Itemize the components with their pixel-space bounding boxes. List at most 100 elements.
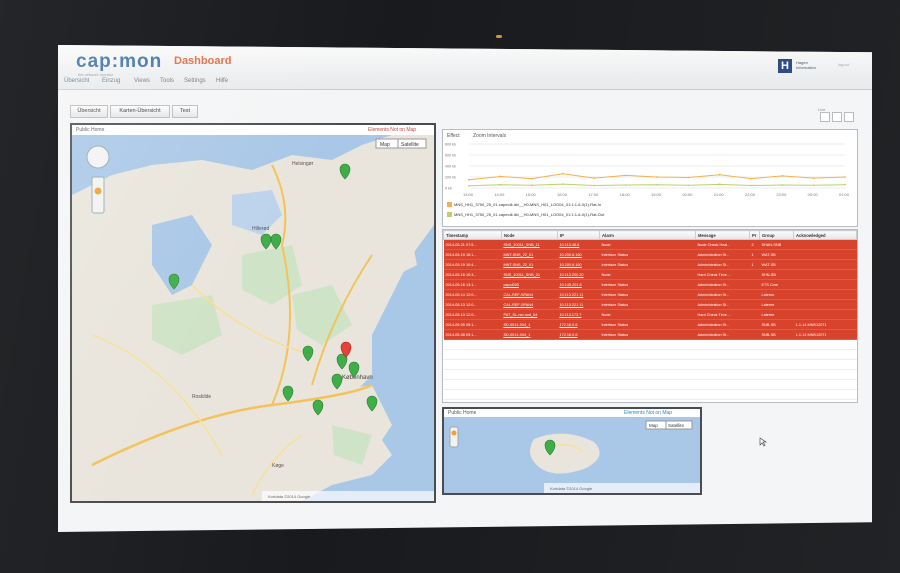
empty-cell [557, 349, 600, 360]
series-point-0[interactable] [468, 178, 470, 181]
table-cell[interactable]: 10.113.221.11 [557, 289, 600, 300]
series-point-1[interactable] [656, 183, 658, 186]
menu-item-help[interactable]: Hilfe [216, 78, 228, 84]
empty-cell [749, 349, 760, 360]
menu-item-views[interactable]: Views [134, 78, 150, 84]
table-row[interactable]: 2014-05-14 12:0... CAL-REF-SPAN4 10.113.22… [443, 289, 857, 300]
empty-cell [749, 369, 760, 380]
series-point-0[interactable] [750, 177, 752, 180]
table-cell[interactable]: CAL-REF-SPAN4 [501, 289, 558, 300]
column-header[interactable]: Group [759, 230, 794, 240]
table-cell[interactable]: 10.145.201.8 [557, 279, 600, 290]
table-cell[interactable]: SD-0014-004_1 [501, 329, 558, 340]
table-cell[interactable]: 10.113.200.20 [557, 269, 600, 280]
series-point-0[interactable] [562, 172, 564, 175]
series-point-0[interactable] [530, 177, 533, 180]
menu-item-einzug[interactable]: Einzug [102, 78, 120, 84]
series-point-0[interactable] [593, 177, 596, 179]
table-cell[interactable]: SNS_10011_SNB_11 [501, 239, 558, 250]
column-header[interactable]: IP [557, 230, 600, 240]
table-cell[interactable]: SD-0014-004_1 [501, 319, 558, 330]
map-denmark[interactable]: Map Satellite Hillerød København Roskild… [72, 135, 434, 501]
column-header[interactable]: Pr [749, 230, 760, 240]
tab-map-overview[interactable]: Karten-Übersicht [110, 105, 170, 118]
table-cell: ETS Core [759, 279, 794, 290]
column-header[interactable]: Message [695, 230, 750, 240]
table-row[interactable]: 2014-05-09 09:1... SD-0014-004_1 172.16.0.… [443, 319, 857, 330]
empty-cell [759, 359, 794, 370]
series-point-1[interactable] [562, 183, 564, 186]
series-point-0[interactable] [781, 175, 784, 177]
table-row[interactable]: 2014-05-19 15:1... MNT-SNS_22_01 10.200.6.… [443, 249, 857, 260]
tab-test[interactable]: Test [172, 105, 198, 118]
table-row[interactable]: 2014-05-19 10:4... MNT-SNS_22_01 10.200.6.… [443, 259, 857, 270]
table-row[interactable]: 2014-05-21 07:5... SNS_10011_SNB_11 10.113… [443, 239, 857, 250]
table-cell[interactable]: SNS_10011_SNB_01 [501, 269, 558, 280]
table-cell[interactable]: MNT-SNS_22_01 [501, 259, 558, 270]
x-tick-label: 22:00 [745, 192, 756, 197]
fullscreen-icon[interactable] [844, 112, 854, 122]
table-cell[interactable]: 10.113.221.11 [557, 299, 600, 310]
legend-item-in[interactable]: MNS_HH1_3750_25_01.capmdk.dk/__H0-MNS_H0… [447, 202, 601, 208]
column-header[interactable]: Alarm [599, 230, 696, 240]
traffic-line-chart[interactable]: 800 kb 600 kb 400 kb 200 kb 0 kb 13:00 14:00 15… [443, 140, 857, 200]
table-cell[interactable]: PAT_SL-ner-wnt_04 [501, 309, 558, 320]
series-point-0[interactable] [624, 174, 627, 177]
table-cell: Administration St... [695, 329, 750, 340]
y-tick-label: 0 kb [445, 187, 452, 191]
x-tick-label: 15:00 [526, 192, 537, 197]
series-point-0[interactable] [844, 176, 846, 178]
table-cell[interactable]: capol003 [501, 279, 558, 290]
empty-cell [599, 359, 696, 370]
series-point-1[interactable] [530, 184, 533, 187]
table-row[interactable]: 2014-05-16 13:1... capol003 10.145.201.8 In… [443, 279, 857, 290]
table-row[interactable]: 2014-05-08 09:1... SD-0014-004_1 172.16.0.… [443, 329, 857, 340]
series-point-0[interactable] [718, 173, 721, 176]
column-header[interactable]: Acknowledged [793, 230, 857, 240]
series-point-0[interactable] [499, 175, 502, 178]
menu-item-settings[interactable]: Settings [184, 78, 206, 84]
island-elements-not-on-map-link[interactable]: Elements Not on Map [624, 410, 672, 416]
table-cell[interactable]: 172.16.0.6 [557, 319, 600, 330]
menu-item-tools[interactable]: Tools [160, 78, 174, 84]
series-point-1[interactable] [499, 183, 502, 186]
app-logo[interactable]: cap:mon [76, 51, 162, 73]
series-point-1[interactable] [687, 184, 690, 187]
series-point-1[interactable] [624, 184, 627, 186]
table-cell[interactable]: 10.113.173.7 [557, 309, 600, 320]
series-point-1[interactable] [593, 184, 596, 187]
series-point-1[interactable] [718, 183, 721, 186]
table-row[interactable]: 2014-05-13 12:0... PAT_SL-ner-wnt_04 10.11… [443, 309, 857, 320]
column-header[interactable]: Node [501, 230, 558, 240]
table-cell[interactable]: CAL-REF-SPAN4 [501, 299, 558, 310]
table-cell[interactable]: 10.113.48.8 [557, 239, 600, 250]
tab-overview[interactable]: Übersicht [70, 105, 108, 118]
table-row[interactable]: 2014-05-13 12:0... CAL-REF-SPAN4 10.113.22… [443, 299, 857, 310]
empty-cell [759, 369, 794, 380]
table-row[interactable]: 2014-05-16 10:3... SNS_10011_SNB_01 10.113… [443, 269, 857, 280]
legend-item-out[interactable]: MNS_HH1_3750_25_01.capmdk.dk/__H0-MNS_H0… [447, 212, 604, 218]
table-cell[interactable]: 10.200.6.160 [557, 259, 600, 270]
refresh-icon[interactable] [820, 112, 830, 122]
series-point-1[interactable] [750, 184, 752, 187]
series-point-1[interactable] [844, 183, 846, 186]
menu-item-overview[interactable]: Übersicht [64, 78, 89, 84]
series-point-0[interactable] [656, 176, 658, 178]
map-island[interactable]: Map Satellite Kortdata ©2014 Google [444, 417, 700, 493]
table-cell [793, 249, 857, 260]
elements-not-on-map-link[interactable]: Elements Not on Map [368, 127, 416, 133]
settings-icon[interactable] [832, 112, 842, 122]
table-header-row: Timestamp Node IP Alarm Message Pr Group Acknow… [443, 230, 857, 240]
column-header[interactable]: Timestamp [443, 230, 502, 240]
series-point-0[interactable] [812, 177, 815, 179]
table-cell: 2014-05-21 07:5... [443, 239, 502, 250]
series-point-1[interactable] [468, 184, 470, 187]
series-point-0[interactable] [687, 176, 690, 179]
table-cell[interactable]: 10.200.6.160 [557, 249, 600, 260]
series-point-1[interactable] [781, 184, 784, 186]
table-cell[interactable]: 172.16.0.6 [557, 329, 600, 340]
series-point-1[interactable] [812, 184, 815, 187]
table-cell[interactable]: MNT-SNS_22_01 [501, 249, 558, 260]
empty-cell [695, 369, 750, 380]
logout-link[interactable]: logout [838, 62, 849, 67]
